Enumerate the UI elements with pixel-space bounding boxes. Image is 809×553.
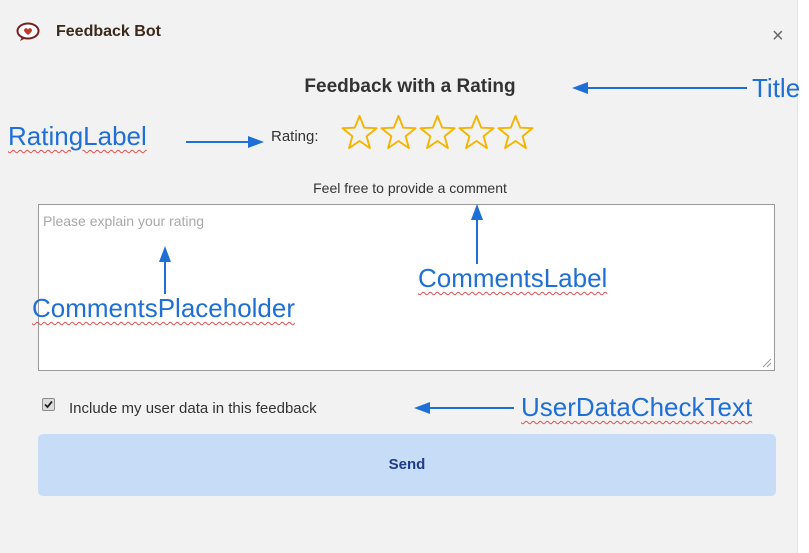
annotation-comments-placeholder: CommentsPlaceholder (32, 293, 296, 323)
close-icon[interactable]: × (772, 26, 784, 46)
star-icon[interactable] (496, 114, 535, 150)
star-icon[interactable] (379, 114, 418, 150)
rating-label: Rating: (271, 128, 319, 145)
arrow-title (572, 82, 747, 94)
speech-bubble-icon (16, 22, 40, 41)
star-icon[interactable] (340, 114, 379, 150)
user-data-check-text[interactable]: Include my user data in this feedback (69, 400, 317, 417)
arrow-user-data-check-text (414, 402, 514, 414)
form-title: Feedback with a Rating (304, 76, 516, 97)
comments-label: Feel free to provide a comment (313, 180, 507, 196)
app-title: Feedback Bot (56, 23, 161, 40)
star-rating (340, 114, 535, 150)
arrow-rating-label (186, 136, 264, 148)
resize-grip-icon[interactable] (760, 356, 772, 368)
star-icon[interactable] (457, 114, 496, 150)
annotation-user-data-check-text: UserDataCheckText (521, 392, 753, 422)
annotation-title: Title (752, 73, 801, 103)
arrow-comments-label (471, 204, 483, 264)
user-data-checkbox[interactable] (42, 398, 55, 411)
annotation-comments-label: CommentsLabel (418, 263, 608, 293)
title-bar: Feedback Bot × (0, 0, 797, 58)
comments-input[interactable] (38, 204, 775, 371)
send-button[interactable]: Send (38, 434, 776, 496)
arrow-comments-placeholder (159, 246, 171, 294)
checkmark-icon (44, 400, 53, 409)
star-icon[interactable] (418, 114, 457, 150)
annotation-rating-label: RatingLabel (8, 121, 147, 151)
